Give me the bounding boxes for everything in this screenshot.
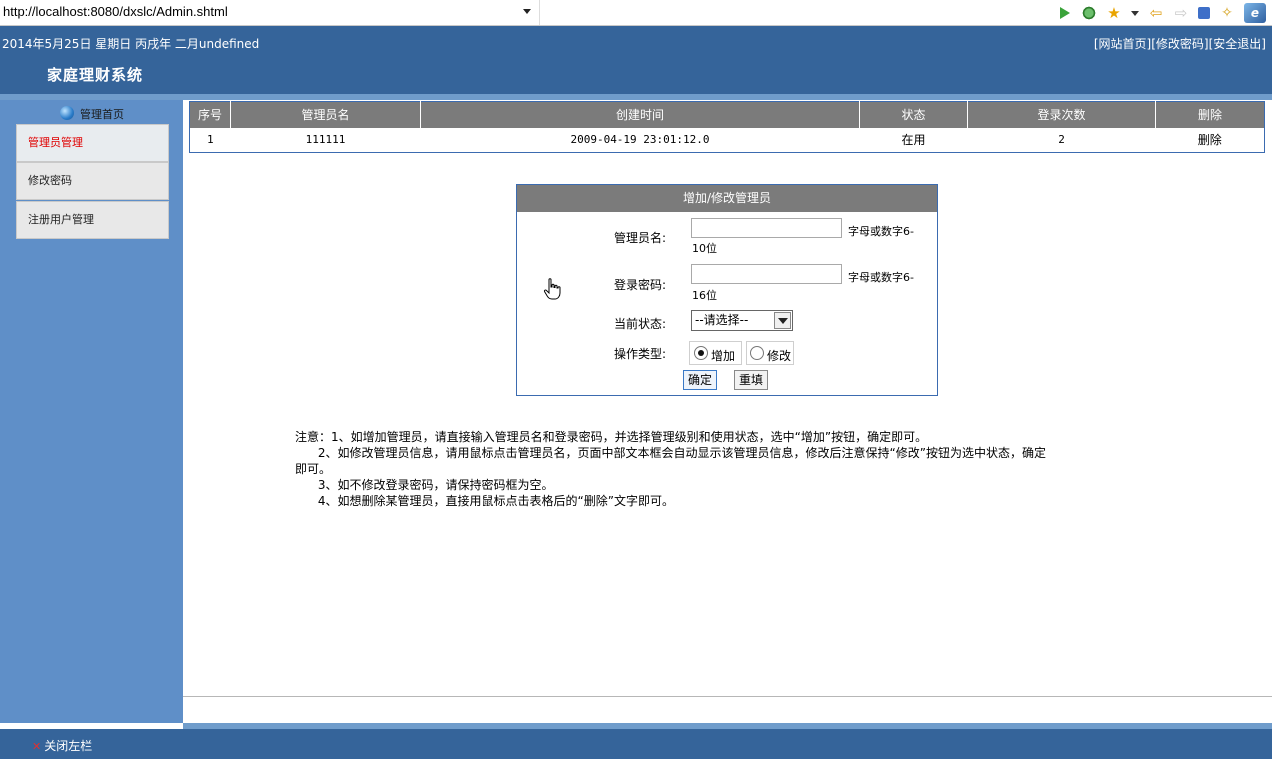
radio-edit-label[interactable]: 修改: [767, 347, 791, 364]
status-select[interactable]: --请选择--: [691, 310, 793, 331]
col-header-no: 序号: [189, 101, 231, 128]
home-link[interactable]: [网站首页]: [1094, 37, 1151, 51]
note-line-2: 2、如修改管理员信息，请用鼠标点击管理员名，页面中部文本框会自动显示该管理员信息…: [295, 446, 1046, 460]
play-icon[interactable]: [1060, 7, 1070, 19]
browser-address-bar: http://localhost:8080/dxslc/Admin.shtml …: [0, 0, 1272, 26]
instructions-note: 注意：1、如增加管理员，请直接输入管理员名和登录密码，并选择管理级别和使用状态，…: [295, 429, 1170, 509]
col-header-status: 状态: [859, 101, 968, 128]
operation-type-label: 操作类型:: [614, 347, 667, 361]
col-header-delete: 删除: [1155, 101, 1265, 128]
cell-created-time: 2009-04-19 23:01:12.0: [570, 133, 710, 147]
form-title: 增加/修改管理员: [517, 185, 937, 212]
note-line-1: 注意：1、如增加管理员，请直接输入管理员名和登录密码，并选择管理级别和使用状态，…: [295, 430, 928, 444]
header-date: 2014年5月25日 星期日 丙戌年 二月undefined: [2, 37, 260, 51]
admin-name-hint: 字母或数字6-: [848, 225, 914, 238]
reset-button[interactable]: 重填: [734, 370, 769, 390]
cell-admin-name[interactable]: 111111: [231, 128, 421, 153]
password-input[interactable]: [691, 264, 842, 284]
dropdown-arrow-icon[interactable]: [1131, 10, 1139, 16]
cell-no: 1: [206, 133, 214, 147]
status-select-value: --请选择--: [695, 313, 749, 327]
table-header-row: 序号 管理员名 创建时间 状态 登录次数 删除: [189, 101, 1265, 128]
logout-link[interactable]: [安全退出]: [1209, 37, 1266, 51]
close-icon: ✕: [32, 740, 42, 753]
close-left-panel-button[interactable]: ✕ 关闭左栏: [32, 737, 92, 754]
stop-icon[interactable]: [1198, 7, 1210, 19]
col-header-name: 管理员名: [230, 101, 421, 128]
address-dropdown-icon[interactable]: [523, 9, 531, 14]
sidebar-item-change-password[interactable]: 修改密码: [16, 162, 169, 200]
globe-icon: [60, 106, 74, 120]
admin-name-input[interactable]: [691, 218, 842, 238]
radio-edit[interactable]: [750, 346, 764, 360]
admin-name-hint-length: 10位: [692, 242, 717, 255]
page-header: 2014年5月25日 星期日 丙戌年 二月undefined [网站首页][修改…: [0, 26, 1272, 94]
left-sidebar: 管理首页 管理员管理 修改密码 注册用户管理: [0, 100, 183, 723]
forward-arrow-icon[interactable]: ⇨: [1173, 5, 1189, 21]
radio-add-label[interactable]: 增加: [711, 347, 735, 364]
header-links: [网站首页][修改密码][安全退出]: [1094, 35, 1266, 52]
sidebar-home[interactable]: 管理首页: [16, 106, 168, 124]
address-url-field[interactable]: http://localhost:8080/dxslc/Admin.shtml: [0, 0, 540, 25]
change-password-link[interactable]: [修改密码]: [1151, 37, 1208, 51]
password-hint-length: 16位: [692, 289, 717, 302]
delete-link[interactable]: 删除: [1156, 128, 1265, 153]
bottom-bar: ✕ 关闭左栏: [0, 729, 1272, 759]
sidebar-home-label: 管理首页: [80, 108, 124, 121]
close-left-panel-label: 关闭左栏: [44, 739, 93, 753]
system-title: 家庭理财系统: [47, 66, 144, 84]
logo-icon[interactable]: e: [1244, 3, 1266, 23]
wand-icon[interactable]: ✧: [1219, 5, 1235, 21]
col-header-created: 创建时间: [420, 101, 860, 128]
star-icon[interactable]: ★: [1106, 5, 1122, 21]
note-line-4: 3、如不修改登录密码，请保持密码框为空。: [295, 478, 554, 492]
status-label: 当前状态:: [614, 317, 667, 331]
back-arrow-icon[interactable]: ⇦: [1148, 5, 1164, 21]
admin-table: 序号 管理员名 创建时间 状态 登录次数 删除 1 111111 2009-04…: [189, 101, 1265, 153]
admin-form-panel: 增加/修改管理员 管理员名: 字母或数字6- 10位 登录密码: 字母或数字6-…: [516, 184, 938, 396]
browser-toolbar: ★ ⇦ ⇨ ✧ e: [1060, 3, 1266, 23]
hand-cursor-icon: [543, 278, 561, 300]
sidebar-item-user-manage[interactable]: 注册用户管理: [16, 201, 169, 239]
cell-status: 在用: [901, 133, 926, 148]
cell-login-count: 2: [1058, 133, 1065, 147]
bug-icon[interactable]: [1081, 5, 1097, 21]
radio-add[interactable]: [694, 346, 708, 360]
password-label: 登录密码:: [614, 278, 667, 292]
note-line-5: 4、如想删除某管理员，直接用鼠标点击表格后的“删除”文字即可。: [295, 494, 674, 508]
note-line-3: 即可。: [295, 462, 332, 476]
chevron-down-icon: [774, 312, 791, 329]
password-hint: 字母或数字6-: [848, 271, 914, 284]
col-header-logins: 登录次数: [967, 101, 1156, 128]
table-row: 1 111111 2009-04-19 23:01:12.0 在用 2 删除: [190, 128, 1265, 153]
submit-button[interactable]: 确定: [683, 370, 718, 390]
admin-name-label: 管理员名:: [614, 231, 667, 245]
header-divider: [0, 94, 1272, 100]
content-divider: [183, 696, 1272, 697]
sidebar-item-admin-manage[interactable]: 管理员管理: [16, 124, 169, 162]
